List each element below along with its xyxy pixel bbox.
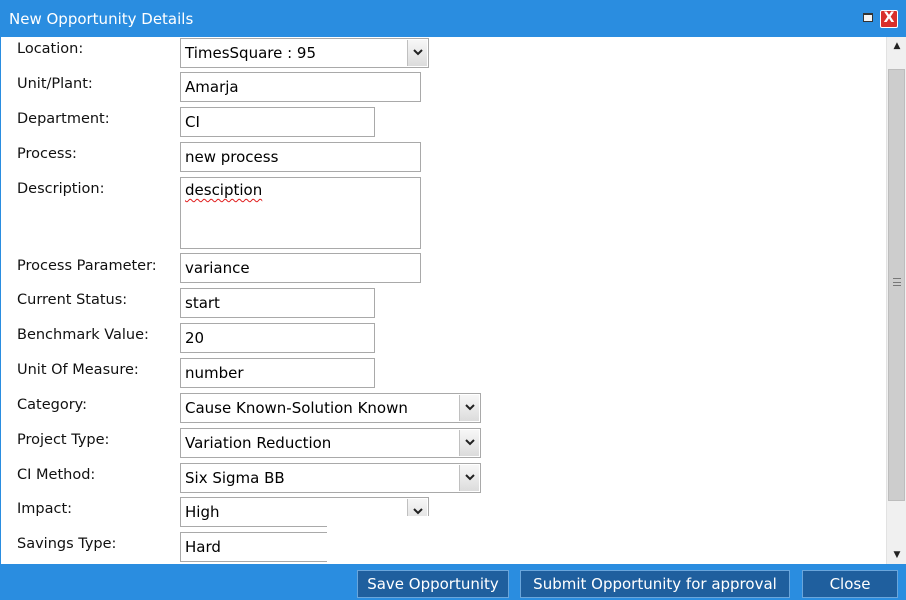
rendering-blank-area (327, 516, 457, 564)
impact-label: Impact: (17, 501, 73, 517)
category-label: Category: (17, 397, 88, 413)
category-select[interactable]: Cause Known-Solution Known (180, 393, 481, 423)
benchmark-value-label: Benchmark Value: (17, 327, 149, 343)
benchmark-value-field[interactable]: 20 (180, 323, 375, 353)
opportunity-dialog: New Opportunity Details X Location: Time… (0, 0, 906, 600)
process-field[interactable]: new process (180, 142, 421, 172)
unit-plant-field[interactable]: Amarja (180, 72, 421, 102)
description-value: desciption (185, 181, 263, 199)
dialog-footer: Save Opportunity Submit Opportunity for … (1, 564, 905, 600)
location-label: Location: (17, 41, 84, 57)
ci-method-select[interactable]: Six Sigma BB (180, 463, 481, 493)
process-label: Process: (17, 146, 77, 162)
savings-type-label: Savings Type: (17, 536, 117, 552)
chevron-down-icon[interactable] (459, 430, 479, 456)
chevron-down-icon[interactable] (407, 40, 427, 66)
submit-opportunity-button[interactable]: Submit Opportunity for approval (520, 570, 790, 598)
impact-value: High (185, 503, 220, 521)
save-opportunity-button[interactable]: Save Opportunity (357, 570, 509, 598)
chevron-down-icon[interactable] (459, 465, 479, 491)
dialog-title: New Opportunity Details (9, 10, 194, 28)
process-parameter-field[interactable]: variance (180, 253, 421, 283)
department-field[interactable]: CI (180, 107, 375, 137)
category-value: Cause Known-Solution Known (185, 399, 408, 417)
description-label: Description: (17, 181, 105, 197)
process-parameter-label: Process Parameter: (17, 258, 157, 274)
title-bar[interactable]: New Opportunity Details X (1, 1, 905, 37)
close-button[interactable]: Close (802, 570, 898, 598)
arrow-down-icon[interactable]: ▼ (887, 546, 906, 564)
close-icon[interactable]: X (880, 10, 898, 28)
arrow-up-icon[interactable]: ▲ (887, 37, 906, 55)
chevron-down-icon[interactable] (459, 395, 479, 421)
project-type-select[interactable]: Variation Reduction (180, 428, 481, 458)
project-type-value: Variation Reduction (185, 434, 332, 452)
department-label: Department: (17, 111, 110, 127)
unit-plant-label: Unit/Plant: (17, 76, 93, 92)
location-select[interactable]: TimesSquare : 95 (180, 38, 429, 68)
grip-icon (893, 278, 901, 286)
current-status-label: Current Status: (17, 292, 128, 308)
project-type-label: Project Type: (17, 432, 110, 448)
minimize-icon[interactable] (859, 10, 877, 28)
current-status-field[interactable]: start (180, 288, 375, 318)
scrollbar-thumb[interactable] (888, 69, 905, 501)
ci-method-label: CI Method: (17, 467, 96, 483)
description-textarea[interactable]: desciption (180, 177, 421, 249)
form-area: Location: TimesSquare : 95 Unit/Plant: A… (2, 37, 886, 564)
location-value: TimesSquare : 95 (185, 44, 317, 62)
unit-of-measure-label: Unit Of Measure: (17, 362, 139, 378)
unit-of-measure-field[interactable]: number (180, 358, 375, 388)
vertical-scrollbar[interactable]: ▲ ▼ (886, 37, 906, 564)
ci-method-value: Six Sigma BB (185, 469, 285, 487)
